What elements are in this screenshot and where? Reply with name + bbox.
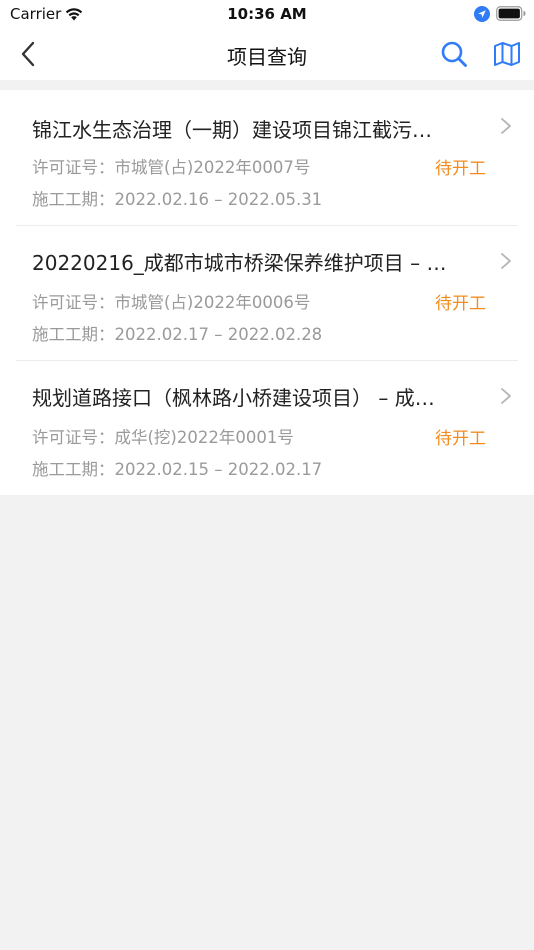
chevron-right-icon: [501, 253, 511, 269]
status-time: 10:36 AM: [227, 5, 307, 23]
project-title: 规划道路接口（枫林路小桥建设项目） – 成…: [32, 386, 435, 410]
chevron-right-icon: [501, 118, 511, 134]
period-value: 2022.02.15 – 2022.02.17: [114, 460, 323, 479]
permit-number: 成华(挖)2022年0001号: [114, 428, 294, 447]
map-icon: [494, 42, 520, 66]
battery-icon: [496, 6, 526, 21]
period-value: 2022.02.16 – 2022.05.31: [114, 190, 323, 209]
navigation-bar: 项目查询: [0, 28, 534, 80]
map-button[interactable]: [490, 38, 524, 70]
period-label: 施工工期：: [32, 190, 115, 209]
list-item[interactable]: 20220216_成都市城市桥梁保养维护项目 – … 许可证号：市城管(占)20…: [0, 225, 534, 360]
status-badge: 待开工: [435, 429, 486, 449]
permit-label: 许可证号：: [32, 158, 115, 177]
permit-label: 许可证号：: [32, 428, 115, 447]
search-icon: [441, 41, 467, 67]
chevron-right-icon: [501, 388, 511, 404]
permit-number: 市城管(占)2022年0007号: [114, 158, 311, 177]
permit-row: 许可证号：市城管(占)2022年0006号: [32, 289, 310, 313]
permit-row: 许可证号：成华(挖)2022年0001号: [32, 424, 294, 448]
status-badge: 待开工: [435, 294, 486, 314]
status-badge: 待开工: [435, 159, 486, 179]
period-label: 施工工期：: [32, 325, 115, 344]
period-value: 2022.02.17 – 2022.02.28: [114, 325, 323, 344]
project-list: 锦江水生态治理（一期）建设项目锦江截污… 许可证号：市城管(占)2022年000…: [0, 90, 534, 495]
period-label: 施工工期：: [32, 460, 115, 479]
status-bar: Carrier 10:36 AM: [0, 0, 534, 28]
period-row: 施工工期：2022.02.15 – 2022.02.17: [32, 456, 322, 480]
permit-label: 许可证号：: [32, 293, 115, 312]
permit-number: 市城管(占)2022年0006号: [114, 293, 311, 312]
project-title: 锦江水生态治理（一期）建设项目锦江截污…: [32, 118, 432, 142]
list-item[interactable]: 锦江水生态治理（一期）建设项目锦江截污… 许可证号：市城管(占)2022年000…: [0, 90, 534, 225]
permit-row: 许可证号：市城管(占)2022年0007号: [32, 154, 310, 178]
project-title: 20220216_成都市城市桥梁保养维护项目 – …: [32, 251, 447, 275]
period-row: 施工工期：2022.02.16 – 2022.05.31: [32, 186, 322, 210]
search-button[interactable]: [438, 38, 470, 70]
location-icon: [474, 6, 490, 22]
list-item[interactable]: 规划道路接口（枫林路小桥建设项目） – 成… 许可证号：成华(挖)2022年00…: [0, 360, 534, 495]
period-row: 施工工期：2022.02.17 – 2022.02.28: [32, 321, 322, 345]
